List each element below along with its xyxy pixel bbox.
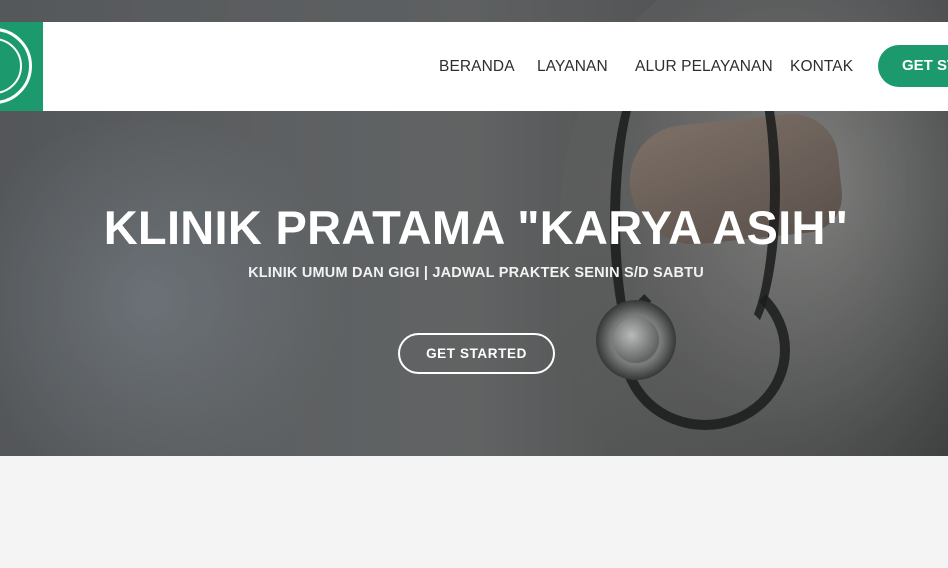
hero-get-started-button[interactable]: GET STARTED: [398, 333, 555, 374]
top-strip: [0, 0, 948, 22]
hero-title: KLINIK PRATAMA "KARYA ASIH": [103, 201, 849, 254]
nav-get-started-button[interactable]: GET STARTED: [878, 45, 948, 87]
nav-item-layanan[interactable]: LAYANAN: [537, 58, 608, 76]
nav-item-alur-pelayanan[interactable]: ALUR PELAYANAN: [635, 58, 773, 76]
nav-item-kontak[interactable]: KONTAK: [790, 58, 853, 76]
logo[interactable]: [0, 22, 43, 111]
navbar: BERANDA LAYANAN ALUR PELAYANAN KONTAK GE…: [0, 22, 948, 111]
hero-subtitle: KLINIK UMUM DAN GIGI | JADWAL PRAKTEK SE…: [248, 265, 704, 281]
content-section: [0, 456, 948, 568]
nav-item-beranda[interactable]: BERANDA: [439, 58, 515, 76]
